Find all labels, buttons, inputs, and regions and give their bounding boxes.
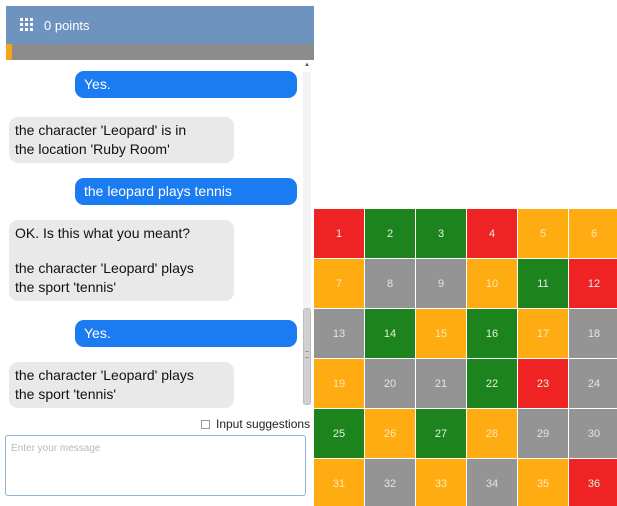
input-suggestions-label: Input suggestions [216, 417, 311, 431]
message-line: OK. Is this what you meant? [15, 225, 191, 241]
scroll-up-arrow-icon[interactable]: ▲ [304, 62, 310, 68]
message-line: the sport 'tennis' [15, 279, 117, 295]
grid-cell[interactable]: 22 [467, 359, 518, 409]
message-input[interactable] [5, 435, 306, 496]
grid-cell[interactable]: 2 [365, 209, 416, 259]
message-line: Yes. [84, 76, 111, 92]
grid-cell[interactable]: 5 [518, 209, 569, 259]
grid-cell[interactable]: 16 [467, 309, 518, 359]
number-grid: 1 2 3 4 5 6 7 8 9 10 11 12 13 14 15 16 17 18 19 20 21 22 23 24 2… [314, 209, 617, 506]
message-line: the leopard plays tennis [84, 183, 232, 199]
grid-cell[interactable]: 19 [314, 359, 365, 409]
chat-header: 0 points [6, 6, 314, 44]
input-suggestions-checkbox[interactable] [201, 419, 210, 429]
scroll-grip-icon [305, 351, 309, 358]
message-line: Yes. [84, 325, 111, 341]
progress-bar [6, 44, 314, 60]
grid-cell[interactable]: 1 [314, 209, 365, 259]
points-label: 0 points [44, 17, 90, 33]
grid-cell[interactable]: 35 [518, 459, 569, 506]
grid-cell[interactable]: 29 [518, 409, 569, 459]
grid-cell[interactable]: 36 [569, 459, 617, 506]
message-line: the character 'Leopard' is in [15, 122, 187, 138]
grid-cell[interactable]: 31 [314, 459, 365, 506]
message-line: the location 'Ruby Room' [15, 141, 170, 157]
grid-cell[interactable]: 24 [569, 359, 617, 409]
grid-cell[interactable]: 23 [518, 359, 569, 409]
message-line [15, 243, 228, 259]
grid-cell[interactable]: 8 [365, 259, 416, 309]
grid-cell[interactable]: 13 [314, 309, 365, 359]
grid-cell[interactable]: 12 [569, 259, 617, 309]
grid-cell[interactable]: 18 [569, 309, 617, 359]
message-line: the sport 'tennis' [15, 386, 117, 402]
grid-cell[interactable]: 26 [365, 409, 416, 459]
grid-cell[interactable]: 27 [416, 409, 467, 459]
grid-cell[interactable]: 30 [569, 409, 617, 459]
grid-cell[interactable]: 21 [416, 359, 467, 409]
grid-cell[interactable]: 33 [416, 459, 467, 506]
grid-cell[interactable]: 17 [518, 309, 569, 359]
user-message: Yes. [75, 320, 297, 347]
message-list: Yes. the character 'Leopard' is in the loc… [6, 60, 300, 410]
grid-cell[interactable]: 14 [365, 309, 416, 359]
chat-panel: 0 points Yes. the character 'Leopard' is … [6, 6, 314, 506]
message-line: the character 'Leopard' plays [15, 260, 194, 276]
user-message: Yes. [75, 71, 297, 98]
grid-cell[interactable]: 32 [365, 459, 416, 506]
grid-cell[interactable]: 28 [467, 409, 518, 459]
grid-cell[interactable]: 4 [467, 209, 518, 259]
grid-menu-icon[interactable] [20, 18, 34, 32]
grid-cell[interactable]: 6 [569, 209, 617, 259]
grid-cell[interactable]: 3 [416, 209, 467, 259]
grid-cell[interactable]: 7 [314, 259, 365, 309]
grid-cell[interactable]: 15 [416, 309, 467, 359]
grid-cell[interactable]: 20 [365, 359, 416, 409]
scroll-thumb[interactable] [303, 308, 311, 405]
grid-cell[interactable]: 10 [467, 259, 518, 309]
progress-fill [6, 44, 13, 60]
grid-cell[interactable]: 25 [314, 409, 365, 459]
message-line: the character 'Leopard' plays [15, 367, 194, 383]
input-suggestions-toggle[interactable]: Input suggestions [201, 417, 310, 431]
grid-cell[interactable]: 9 [416, 259, 467, 309]
grid-cell[interactable]: 34 [467, 459, 518, 506]
bot-message: the character 'Leopard' plays the sport '… [9, 362, 234, 408]
bot-message: the character 'Leopard' is in the locatio… [9, 117, 234, 163]
message-scrollbar[interactable]: ▲ [302, 62, 312, 405]
user-message: the leopard plays tennis [75, 178, 297, 205]
bot-message: OK. Is this what you meant? the character… [9, 220, 234, 301]
grid-cell[interactable]: 11 [518, 259, 569, 309]
scroll-track[interactable] [303, 72, 311, 405]
